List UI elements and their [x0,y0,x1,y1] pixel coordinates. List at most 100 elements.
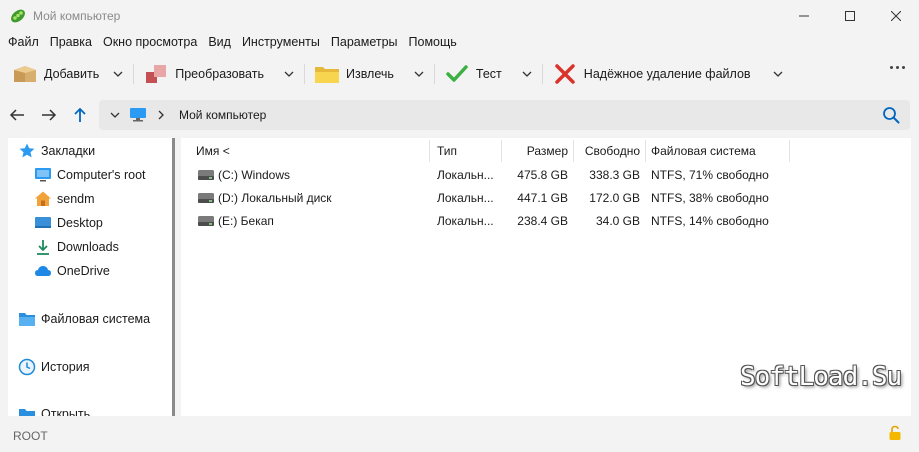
cell-free: 172.0 GB [589,190,640,205]
secure-delete-button[interactable]: Надёжное удаление файлов [552,58,751,90]
extract-label: Извлечь [345,67,394,81]
computer-icon [129,107,147,123]
more-dots-icon[interactable] [890,66,905,69]
table-row[interactable]: (E:) Бекап Локальн... 238.4 GB 34.0 GB N… [181,209,911,232]
add-label: Добавить [44,67,100,81]
close-button[interactable] [873,0,919,32]
add-dropdown[interactable] [107,62,129,86]
cell-size: 238.4 GB [517,213,568,228]
chevron-down-icon [113,71,123,77]
sidebar-item-downloads[interactable]: Downloads [34,237,119,257]
column-header-size[interactable]: Размер [501,138,568,164]
pea-pod-icon [9,7,27,25]
menu-view-window[interactable]: Окно просмотра [99,35,201,49]
sidebar-scrollbar[interactable] [172,138,175,416]
cell-name: (E:) Бекап [218,213,274,228]
menu-tools[interactable]: Инструменты [238,35,324,49]
sidebar-item-history[interactable]: История [18,357,89,377]
back-button[interactable] [5,103,29,127]
arrow-up-icon [74,107,86,122]
convert-dropdown[interactable] [278,62,300,86]
sidebar-item-filesystem[interactable]: Файловая система [18,309,150,329]
navigation-bar: Мой компьютер [0,98,919,132]
test-label: Тест [475,67,502,81]
test-dropdown[interactable] [516,62,538,86]
convert-label: Преобразовать [175,67,264,81]
toolbar-separator [303,64,305,84]
column-header-type[interactable]: Тип [437,138,497,164]
window-title: Мой компьютер [33,9,121,23]
address-bar[interactable]: Мой компьютер [99,100,910,130]
sidebar-item-label: Файловая система [41,312,151,326]
forward-button[interactable] [37,103,61,127]
menu-options[interactable]: Параметры [327,35,402,49]
sidebar-item-open[interactable]: Открыть [18,404,90,416]
table-row[interactable]: (C:) Windows Локальн... 475.8 GB 338.3 G… [181,163,911,186]
sidebar-item-sendm[interactable]: sendm [34,189,95,209]
search-icon[interactable] [882,106,900,124]
sidebar-item-onedrive[interactable]: OneDrive [34,261,110,281]
column-header-free[interactable]: Свободно [573,138,640,164]
status-bar: ROOT [0,420,919,452]
sidebar: Закладки Computer's root sendm Desktop D… [8,138,175,416]
toolbar: Добавить Преобразовать Извлечь Тест Надё… [0,56,919,92]
folder-icon [314,62,340,86]
open-icon [18,405,36,416]
maximize-icon [845,11,855,21]
minimize-button[interactable] [781,0,827,32]
desktop-icon [34,214,52,232]
lock-icon[interactable] [888,425,902,441]
cell-type: Локальн... [437,167,494,182]
sidebar-item-desktop[interactable]: Desktop [34,213,103,233]
toolbar-separator [433,64,435,84]
test-button[interactable]: Тест [444,58,502,90]
menu-file[interactable]: Файл [4,35,43,49]
convert-icon [143,62,169,86]
checkmark-icon [444,62,470,86]
table-row[interactable]: (D:) Локальный диск Локальн... 447.1 GB … [181,186,911,209]
cell-free: 34.0 GB [595,213,640,228]
close-icon [891,11,901,21]
secure-delete-dropdown[interactable] [767,62,789,86]
maximize-button[interactable] [827,0,873,32]
minimize-icon [799,15,809,17]
column-header-filesystem[interactable]: Файловая система [651,138,791,164]
convert-button[interactable]: Преобразовать [143,58,264,90]
history-icon [18,358,36,376]
up-button[interactable] [68,103,92,127]
cell-type: Локальн... [437,190,494,205]
folder-icon [18,310,36,328]
add-button[interactable]: Добавить [12,58,99,90]
column-divider[interactable] [789,140,790,162]
cell-free: 338.3 GB [589,167,640,182]
sidebar-item-bookmarks[interactable]: Закладки [18,141,95,161]
red-x-icon [552,62,578,86]
chevron-down-icon[interactable] [107,107,123,123]
cell-filesystem: NTFS, 71% свободно [651,167,769,182]
column-header-name[interactable]: Имя < [196,138,426,164]
cell-size: 447.1 GB [517,190,568,205]
toolbar-separator [133,64,135,84]
sidebar-item-label: Открыть [41,407,91,416]
extract-button[interactable]: Извлечь [314,58,394,90]
extract-dropdown[interactable] [408,62,430,86]
drive-icon [197,209,215,232]
menu-view[interactable]: Вид [204,35,235,49]
sidebar-item-computer-root[interactable]: Computer's root [34,165,146,185]
chevron-down-icon [414,71,424,77]
address-path[interactable]: Мой компьютер [179,108,266,122]
watermark: SoftLoad.Su [740,362,902,392]
chevron-right-icon [155,107,167,123]
download-icon [34,238,52,256]
home-icon [34,190,52,208]
column-divider[interactable] [429,140,430,162]
status-text: ROOT [13,429,48,443]
cell-filesystem: NTFS, 38% свободно [651,190,769,205]
column-divider[interactable] [645,140,646,162]
menu-help[interactable]: Помощь [405,35,461,49]
menu-edit[interactable]: Правка [46,35,96,49]
toolbar-separator [541,64,543,84]
cell-filesystem: NTFS, 14% свободно [651,213,769,228]
sidebar-item-label: Computer's root [57,168,146,182]
chevron-down-icon [522,71,532,77]
